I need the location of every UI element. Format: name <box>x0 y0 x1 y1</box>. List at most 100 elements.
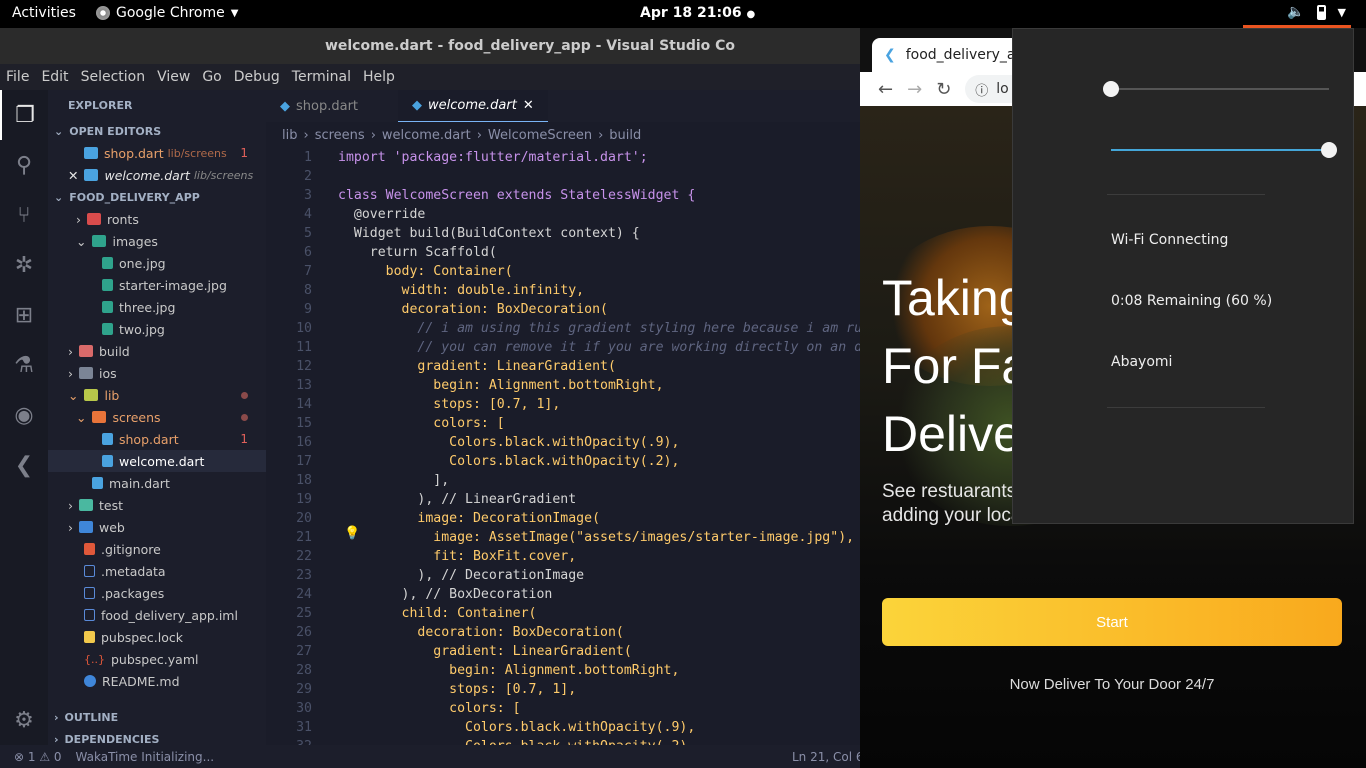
user-item[interactable]: Abayomi <box>1111 354 1172 370</box>
tree-item[interactable]: three.jpg <box>48 296 266 318</box>
problems-indicator[interactable]: ⊗ 1 ⚠ 0 <box>0 750 62 764</box>
power-icon[interactable]: ▼ <box>1338 6 1346 19</box>
tree-item[interactable]: main.dart <box>48 472 266 494</box>
back-icon[interactable]: ← <box>878 79 893 100</box>
tree-item[interactable]: ⌄ lib <box>48 384 266 406</box>
search-icon[interactable]: ⚲ <box>0 140 48 190</box>
tree-item[interactable]: › build <box>48 340 266 362</box>
line-number: 15 <box>296 416 312 431</box>
forward-icon[interactable]: → <box>907 79 922 100</box>
divider <box>1107 194 1265 195</box>
reload-icon[interactable]: ↻ <box>936 79 951 100</box>
lock-icon <box>84 631 95 643</box>
dart-file-icon <box>92 477 103 489</box>
wakatime-status[interactable]: WakaTime Initializing... <box>62 750 215 764</box>
code-line: gradient: LinearGradient( <box>338 359 616 374</box>
file-icon <box>84 609 95 621</box>
close-tab-icon[interactable]: ✕ <box>523 98 534 113</box>
test-icon[interactable]: ⚗ <box>0 340 48 390</box>
activities-button[interactable]: Activities <box>12 5 76 21</box>
volume-slider[interactable] <box>1103 81 1329 97</box>
tree-item[interactable]: .packages <box>48 582 266 604</box>
menu-edit[interactable]: Edit <box>35 69 74 85</box>
line-number: 2 <box>304 169 312 184</box>
clock[interactable]: Apr 18 21:06 ● <box>640 5 755 21</box>
tree-item[interactable]: ⌄ images <box>48 230 266 252</box>
tree-item[interactable]: welcome.dart <box>48 450 266 472</box>
brightness-slider[interactable] <box>1111 142 1337 158</box>
tree-item[interactable]: › ios <box>48 362 266 384</box>
menu-go[interactable]: Go <box>196 69 227 85</box>
line-number: 25 <box>296 606 312 621</box>
extensions-icon[interactable]: ⊞ <box>0 290 48 340</box>
dependencies-header[interactable]: › DEPENDENCIES <box>48 728 266 746</box>
tree-item[interactable]: › test <box>48 494 266 516</box>
system-tray[interactable]: 🔈 ▼ <box>1287 4 1346 20</box>
line-number: 19 <box>296 492 312 507</box>
line-number: 11 <box>296 340 312 355</box>
images-folder-icon <box>92 235 107 247</box>
menu-help[interactable]: Help <box>357 69 401 85</box>
line-number: 5 <box>304 226 312 241</box>
code-line: width: double.infinity, <box>338 283 585 298</box>
app-menu[interactable]: Google Chrome ▼ <box>96 5 238 21</box>
volume-knob[interactable] <box>1103 81 1119 97</box>
code-line: Colors.black.withOpacity(.9), <box>338 435 680 450</box>
tree-item[interactable]: shop.dart 1 <box>48 428 266 450</box>
tree-item[interactable]: {..} pubspec.yaml <box>48 648 266 670</box>
line-number: 13 <box>296 378 312 393</box>
open-editors-header[interactable]: ⌄ OPEN EDITORS <box>48 120 266 142</box>
window-title: welcome.dart - food_delivery_app - Visua… <box>0 28 860 64</box>
close-icon[interactable]: ✕ <box>68 168 78 183</box>
tree-item[interactable]: ⌄ screens <box>48 406 266 428</box>
battery-item[interactable]: 0:08 Remaining (60 %) <box>1111 293 1272 309</box>
line-number: 7 <box>304 264 312 279</box>
menu-view[interactable]: View <box>151 69 196 85</box>
tree-item[interactable]: .gitignore <box>48 538 266 560</box>
dart-file-icon <box>84 147 98 159</box>
code-line: @override <box>338 207 426 222</box>
menu-terminal[interactable]: Terminal <box>286 69 357 85</box>
outline-header[interactable]: › OUTLINE <box>48 706 266 728</box>
line-number: 32 <box>266 737 312 745</box>
tree-item[interactable]: two.jpg <box>48 318 266 340</box>
wifi-item[interactable]: Wi-Fi Connecting <box>1111 232 1228 248</box>
github-icon[interactable]: ◉ <box>0 390 48 440</box>
line-number: 22 <box>296 549 312 564</box>
tree-item[interactable]: README.md <box>48 670 266 692</box>
tab-welcome-dart[interactable]: ◆ welcome.dart ✕ <box>398 90 548 122</box>
open-editor-item[interactable]: ✕ welcome.dart lib/screens <box>48 164 266 186</box>
debug-icon[interactable]: ✲ <box>0 240 48 290</box>
code-line: ), // BoxDecoration <box>338 587 553 602</box>
tree-item[interactable]: › web <box>48 516 266 538</box>
tree-item[interactable]: one.jpg <box>48 252 266 274</box>
start-button[interactable]: Start <box>882 598 1342 646</box>
code-editor[interactable]: ◆ shop.dart ◆ welcome.dart ✕ lib › screens › … <box>266 90 860 745</box>
lightbulb-icon[interactable]: 💡 <box>344 526 360 541</box>
code-line: ), // DecorationImage <box>338 568 585 583</box>
code-line: image: AssetImage("assets/images/starter… <box>338 530 855 545</box>
tab-shop-dart[interactable]: ◆ shop.dart <box>266 90 398 122</box>
explorer-sidebar: EXPLORER ⌄ OPEN EDITORS shop.dart lib/scr… <box>48 90 266 745</box>
project-header[interactable]: ⌄ FOOD_DELIVERY_APP <box>48 186 266 208</box>
menu-selection[interactable]: Selection <box>75 69 152 85</box>
code-line: Widget build(BuildContext context) { <box>338 226 640 241</box>
tree-item[interactable]: › ronts <box>48 208 266 230</box>
menu-file[interactable]: File <box>0 69 35 85</box>
tree-item[interactable]: .metadata <box>48 560 266 582</box>
flutter-icon[interactable]: ❮ <box>0 440 48 490</box>
chevron-down-icon: ▼ <box>230 7 239 19</box>
flutter-icon: ❮ <box>884 47 896 63</box>
brightness-knob[interactable] <box>1321 142 1337 158</box>
web-folder-icon <box>79 521 93 533</box>
explorer-icon[interactable]: ❐ <box>0 90 48 140</box>
tree-item[interactable]: food_delivery_app.iml <box>48 604 266 626</box>
menu-debug[interactable]: Debug <box>228 69 286 85</box>
settings-gear-icon[interactable]: ⚙ <box>0 695 48 745</box>
battery-icon[interactable] <box>1316 4 1326 20</box>
tree-item[interactable]: starter-image.jpg <box>48 274 266 296</box>
volume-icon[interactable]: 🔈 <box>1287 4 1304 20</box>
tree-item[interactable]: pubspec.lock <box>48 626 266 648</box>
open-editor-item[interactable]: shop.dart lib/screens 1 <box>48 142 266 164</box>
source-control-icon[interactable]: ⑂ <box>0 190 48 240</box>
